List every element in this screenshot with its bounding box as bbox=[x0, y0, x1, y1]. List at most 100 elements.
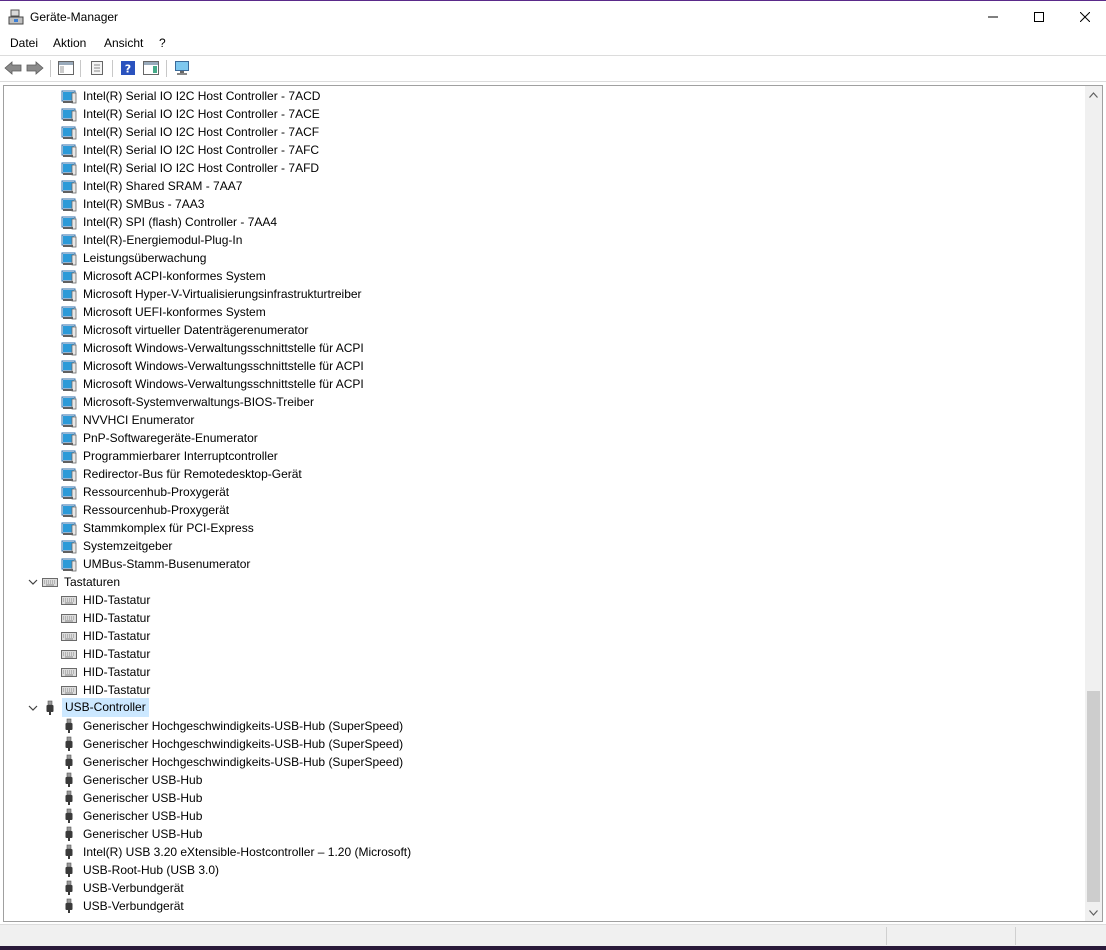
maximize-button[interactable] bbox=[1016, 1, 1062, 32]
action-pane-icon bbox=[143, 61, 159, 75]
tree-item[interactable]: NVVHCI Enumerator bbox=[61, 411, 961, 429]
tree-item[interactable]: Generischer Hochgeschwindigkeits-USB-Hub… bbox=[61, 735, 961, 753]
scrollbar-thumb[interactable] bbox=[1087, 691, 1100, 902]
tree-item[interactable]: Intel(R) SMBus - 7AA3 bbox=[61, 195, 961, 213]
tree-item[interactable]: Microsoft UEFI-konformes System bbox=[61, 303, 961, 321]
tree-item-label: USB-Root-Hub (USB 3.0) bbox=[83, 863, 220, 877]
tree-item-label: Intel(R) SMBus - 7AA3 bbox=[83, 197, 205, 211]
tree-item-label: Generischer USB-Hub bbox=[83, 809, 203, 823]
system-device-icon bbox=[61, 448, 77, 464]
tree-item[interactable]: HID-Tastatur bbox=[61, 591, 961, 609]
tree-item[interactable]: Programmierbarer Interruptcontroller bbox=[61, 447, 961, 465]
scroll-up-button[interactable] bbox=[1085, 86, 1102, 103]
system-device-icon bbox=[61, 196, 77, 212]
tree-item[interactable]: Redirector-Bus für Remotedesktop-Gerät bbox=[61, 465, 961, 483]
tree-item[interactable]: Microsoft-Systemverwaltungs-BIOS-Treiber bbox=[61, 393, 961, 411]
tree-item-label: Intel(R) Serial IO I2C Host Controller -… bbox=[83, 89, 321, 103]
keyboard-icon bbox=[42, 574, 58, 590]
expand-chevron-icon[interactable] bbox=[26, 701, 40, 715]
tree-item[interactable]: Generischer USB-Hub bbox=[61, 771, 961, 789]
tree-item[interactable]: Ressourcenhub-Proxygerät bbox=[61, 501, 961, 519]
tree-item[interactable]: Intel(R) USB 3.20 eXtensible-Hostcontrol… bbox=[61, 843, 961, 861]
usb-plug-icon bbox=[61, 826, 77, 842]
system-device-icon bbox=[61, 520, 77, 536]
tree-item[interactable]: USB-Verbundgerät bbox=[61, 879, 961, 897]
system-device-icon bbox=[61, 358, 77, 374]
tree-item[interactable]: PnP-Softwaregeräte-Enumerator bbox=[61, 429, 961, 447]
tree-item[interactable]: Intel(R) SPI (flash) Controller - 7AA4 bbox=[61, 213, 961, 231]
tree-item[interactable]: Microsoft Windows-Verwaltungsschnittstel… bbox=[61, 357, 961, 375]
toolbar-separator bbox=[112, 60, 113, 77]
close-button[interactable] bbox=[1062, 1, 1106, 32]
tree-item[interactable]: Intel(R) Serial IO I2C Host Controller -… bbox=[61, 87, 961, 105]
tree-category[interactable]: USB-Controller bbox=[28, 698, 942, 717]
system-device-icon bbox=[61, 268, 77, 284]
device-tree[interactable]: Intel(R) Serial IO I2C Host Controller -… bbox=[3, 85, 1103, 922]
tree-item[interactable]: Stammkomplex für PCI-Express bbox=[61, 519, 961, 537]
tree-item[interactable]: Intel(R)-Energiemodul-Plug-In bbox=[61, 231, 961, 249]
tree-item[interactable]: Generischer USB-Hub bbox=[61, 807, 961, 825]
tree-item-label: Generischer USB-Hub bbox=[83, 791, 203, 805]
menu-datei[interactable]: Datei bbox=[10, 36, 38, 50]
expand-chevron-icon[interactable] bbox=[26, 575, 40, 589]
tree-item[interactable]: Systemzeitgeber bbox=[61, 537, 961, 555]
tree-item[interactable]: HID-Tastatur bbox=[61, 609, 961, 627]
back-button[interactable] bbox=[3, 59, 23, 77]
tree-item-label: Microsoft ACPI-konformes System bbox=[83, 269, 266, 283]
tree-item[interactable]: Ressourcenhub-Proxygerät bbox=[61, 483, 961, 501]
tree-item[interactable]: Microsoft Windows-Verwaltungsschnittstel… bbox=[61, 375, 961, 393]
menu-ansicht[interactable]: Ansicht bbox=[104, 36, 143, 50]
tree-item-label: Programmierbarer Interruptcontroller bbox=[83, 449, 278, 463]
vertical-scrollbar[interactable] bbox=[1085, 86, 1102, 921]
tree-item[interactable]: Intel(R) Serial IO I2C Host Controller -… bbox=[61, 105, 961, 123]
tree-item[interactable]: HID-Tastatur bbox=[61, 663, 961, 681]
toolbar-separator bbox=[50, 60, 51, 77]
tree-item[interactable]: Generischer Hochgeschwindigkeits-USB-Hub… bbox=[61, 753, 961, 771]
tree-item[interactable]: Microsoft Windows-Verwaltungsschnittstel… bbox=[61, 339, 961, 357]
tree-item-label: Stammkomplex für PCI-Express bbox=[83, 521, 254, 535]
show-hide-console-tree-icon bbox=[58, 61, 74, 75]
tree-item[interactable]: Intel(R) Serial IO I2C Host Controller -… bbox=[61, 141, 961, 159]
system-device-icon bbox=[61, 232, 77, 248]
tree-item[interactable]: Microsoft ACPI-konformes System bbox=[61, 267, 961, 285]
scan-hardware-button[interactable] bbox=[172, 59, 192, 77]
menu-aktion[interactable]: Aktion bbox=[53, 36, 86, 50]
tree-item[interactable]: Generischer USB-Hub bbox=[61, 825, 961, 843]
tree-item[interactable]: UMBus-Stamm-Busenumerator bbox=[61, 555, 961, 573]
tree-item[interactable]: Generischer Hochgeschwindigkeits-USB-Hub… bbox=[61, 717, 961, 735]
keyboard-icon bbox=[61, 610, 77, 626]
minimize-button[interactable] bbox=[970, 1, 1016, 32]
tree-item[interactable]: USB-Verbundgerät bbox=[61, 897, 961, 915]
properties-button[interactable] bbox=[87, 59, 107, 77]
console-tree-button[interactable] bbox=[56, 59, 76, 77]
action-pane-button[interactable] bbox=[141, 59, 161, 77]
tree-category[interactable]: Tastaturen bbox=[28, 573, 942, 591]
tree-item-label: Leistungsüberwachung bbox=[83, 251, 207, 265]
title-bar[interactable]: Geräte-Manager bbox=[0, 1, 1106, 32]
toolbar-separator bbox=[80, 60, 81, 77]
tree-item[interactable]: HID-Tastatur bbox=[61, 681, 961, 699]
menu-help[interactable]: ? bbox=[159, 36, 166, 50]
tree-item-label: Intel(R) Serial IO I2C Host Controller -… bbox=[83, 107, 320, 121]
tree-item[interactable]: Leistungsüberwachung bbox=[61, 249, 961, 267]
tree-item-label: HID-Tastatur bbox=[83, 593, 151, 607]
tree-item[interactable]: Intel(R) Serial IO I2C Host Controller -… bbox=[61, 159, 961, 177]
usb-plug-icon bbox=[61, 844, 77, 860]
tree-item-label: Redirector-Bus für Remotedesktop-Gerät bbox=[83, 467, 302, 481]
tree-item-label: Microsoft-Systemverwaltungs-BIOS-Treiber bbox=[83, 395, 314, 409]
tree-item[interactable]: Generischer USB-Hub bbox=[61, 789, 961, 807]
system-device-icon bbox=[61, 286, 77, 302]
keyboard-icon bbox=[61, 628, 77, 644]
forward-button[interactable] bbox=[25, 59, 45, 77]
tree-item[interactable]: Microsoft Hyper-V-Virtualisierungsinfras… bbox=[61, 285, 961, 303]
tree-item[interactable]: Microsoft virtueller Datenträgerenumerat… bbox=[61, 321, 961, 339]
tree-item[interactable]: Intel(R) Serial IO I2C Host Controller -… bbox=[61, 123, 961, 141]
tree-item[interactable]: HID-Tastatur bbox=[61, 627, 961, 645]
tree-item[interactable]: HID-Tastatur bbox=[61, 645, 961, 663]
help-button[interactable]: ? bbox=[118, 59, 138, 77]
tree-item-label: NVVHCI Enumerator bbox=[83, 413, 195, 427]
scroll-down-button[interactable] bbox=[1085, 904, 1102, 921]
back-arrow-icon bbox=[4, 61, 22, 75]
tree-item[interactable]: USB-Root-Hub (USB 3.0) bbox=[61, 861, 961, 879]
tree-item[interactable]: Intel(R) Shared SRAM - 7AA7 bbox=[61, 177, 961, 195]
